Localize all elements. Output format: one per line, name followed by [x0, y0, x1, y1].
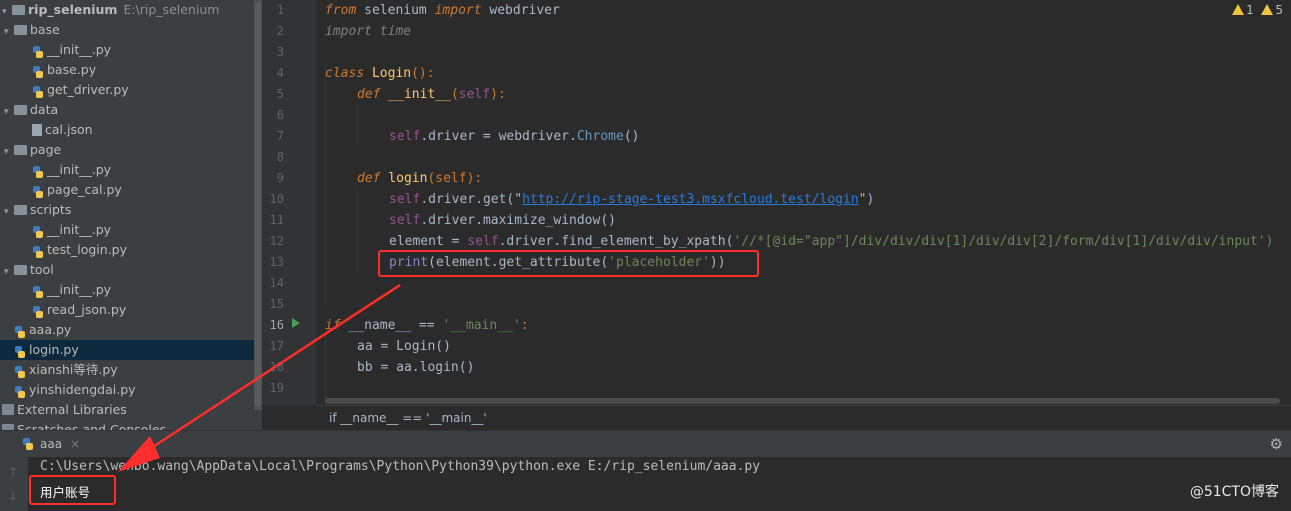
- tree-file[interactable]: xianshi等待.py: [0, 360, 262, 380]
- tree-folder[interactable]: ▾ base: [0, 20, 262, 40]
- weak-warning-icon: [1261, 4, 1274, 15]
- python-file-icon: [32, 284, 44, 298]
- python-file-icon: [32, 304, 44, 318]
- python-file-icon: [14, 384, 26, 398]
- line-number: 18: [269, 360, 284, 374]
- indent-guide: [325, 63, 326, 303]
- highlight-output: [29, 475, 116, 505]
- run-tab[interactable]: aaa ×: [12, 431, 80, 458]
- code-line-4: class Login():: [325, 66, 435, 81]
- tree-file[interactable]: External Libraries: [0, 400, 262, 420]
- line-number: 4: [276, 66, 284, 80]
- line-number: 8: [276, 150, 284, 164]
- tree-file[interactable]: __init__.py: [0, 40, 262, 60]
- run-gutter-icon[interactable]: [292, 318, 300, 328]
- python-file-icon: [32, 244, 44, 258]
- code-line-7: self.driver = webdriver.Chrome(): [389, 129, 640, 144]
- tree-file[interactable]: base.py: [0, 60, 262, 80]
- line-number: 17: [269, 339, 284, 353]
- tree-folder[interactable]: ▾ page: [0, 140, 262, 160]
- python-file-icon: [32, 164, 44, 178]
- tree-file[interactable]: Scratches and Consoles: [0, 420, 262, 430]
- line-number: 14: [269, 276, 284, 290]
- code-line-18: bb = aa.login(): [357, 360, 475, 375]
- folder-icon: [14, 24, 27, 35]
- code-line-16: if __name__ == '__main__':: [325, 318, 529, 333]
- down-arrow-icon[interactable]: ↓: [8, 489, 18, 503]
- line-number: 1: [276, 3, 284, 17]
- line-number: 13: [269, 255, 284, 269]
- close-icon[interactable]: ×: [70, 437, 80, 451]
- line-number: 5: [276, 87, 284, 101]
- line-number: 10: [269, 192, 284, 206]
- folder-icon: [14, 204, 27, 215]
- json-file-icon: [32, 123, 42, 136]
- code-line-10: self.driver.get("http://rip-stage-test3.…: [389, 192, 875, 207]
- watermark: @51CTO博客: [1189, 484, 1279, 500]
- code-line-1: from selenium import webdriver: [325, 3, 560, 18]
- tree-folder[interactable]: ▾ data: [0, 100, 262, 120]
- tree-file[interactable]: test_login.py: [0, 240, 262, 260]
- code-line-9: def login(self):: [357, 171, 483, 186]
- python-file-icon: [14, 364, 26, 378]
- console-command: C:\Users\wenbo.wang\AppData\Local\Progra…: [40, 459, 761, 474]
- code-line-11: self.driver.maximize_window(): [389, 213, 616, 228]
- line-number: 19: [269, 381, 284, 395]
- line-number: 12: [269, 234, 284, 248]
- line-number: 9: [276, 171, 284, 185]
- python-file-icon: [14, 344, 26, 358]
- tree-file[interactable]: __init__.py: [0, 280, 262, 300]
- inspection-widget[interactable]: 1 5: [1232, 3, 1283, 17]
- tree-file[interactable]: login.py: [0, 340, 262, 360]
- editor-horizontal-scrollbar[interactable]: [325, 398, 1280, 404]
- line-number: 15: [269, 297, 284, 311]
- folder-icon: [14, 264, 27, 275]
- line-number: 3: [276, 45, 284, 59]
- indent-guide: [357, 105, 358, 145]
- python-file-icon: [22, 433, 34, 450]
- code-line-12: element = self.driver.find_element_by_xp…: [389, 234, 1274, 249]
- tree-folder[interactable]: ▾ scripts: [0, 200, 262, 220]
- tree-file[interactable]: get_driver.py: [0, 80, 262, 100]
- tree-file[interactable]: aaa.py: [0, 320, 262, 340]
- code-line-5: def __init__(self):: [357, 87, 506, 102]
- folder-icon: [14, 104, 27, 115]
- run-toolbar: aaa × ⚙: [0, 430, 1291, 458]
- python-file-icon: [32, 224, 44, 238]
- indent-guide: [357, 189, 358, 273]
- python-file-icon: [32, 44, 44, 58]
- warning-icon: [1232, 4, 1245, 15]
- project-root[interactable]: ▾ rip_selenium E:\rip_selenium: [0, 0, 262, 20]
- tree-file[interactable]: __init__.py: [0, 160, 262, 180]
- tree-file[interactable]: cal.json: [0, 120, 262, 140]
- line-number: 11: [269, 213, 284, 227]
- highlight-print-line: [378, 250, 759, 277]
- python-file-icon: [32, 84, 44, 98]
- up-arrow-icon[interactable]: ↑: [8, 465, 18, 479]
- project-scrollbar[interactable]: [255, 2, 261, 407]
- folder-icon: [12, 4, 25, 15]
- line-number: 16: [269, 318, 284, 332]
- code-line-17: aa = Login(): [357, 339, 451, 354]
- line-number: 7: [276, 129, 284, 143]
- library-icon: [2, 404, 14, 415]
- console-side-toolbar: ↑ ↓: [0, 457, 28, 511]
- tree-file[interactable]: __init__.py: [0, 220, 262, 240]
- folder-icon: [14, 144, 27, 155]
- tree-folder[interactable]: ▾ tool: [0, 260, 262, 280]
- line-number: 2: [276, 24, 284, 38]
- python-file-icon: [32, 184, 44, 198]
- tree-file[interactable]: read_json.py: [0, 300, 262, 320]
- project-panel: ▾ rip_selenium E:\rip_selenium ▾ base __init…: [0, 0, 262, 430]
- tree-file[interactable]: page_cal.py: [0, 180, 262, 200]
- indent-guide: [325, 336, 326, 400]
- tree-file[interactable]: yinshidengdai.py: [0, 380, 262, 400]
- python-file-icon: [14, 324, 26, 338]
- breadcrumb[interactable]: if __name__ == '__main__': [316, 405, 1291, 431]
- line-number: 6: [276, 108, 284, 122]
- python-file-icon: [32, 64, 44, 78]
- gear-icon[interactable]: ⚙: [1270, 435, 1283, 453]
- code-line-2: import time: [325, 24, 412, 39]
